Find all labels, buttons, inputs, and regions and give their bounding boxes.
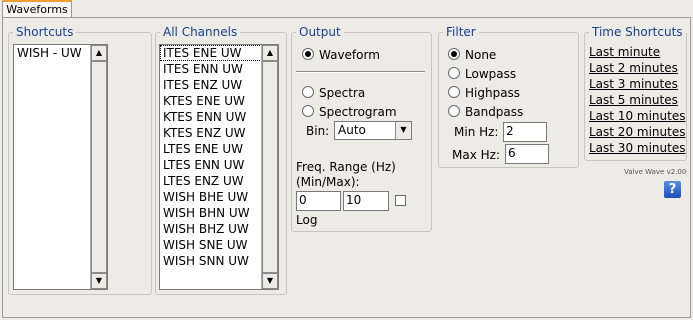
spectrogram-option[interactable]: Spectrogram bbox=[302, 105, 397, 119]
highpass-label: Highpass bbox=[465, 86, 521, 100]
channels-scrollbar[interactable]: ▲ ▼ bbox=[261, 45, 278, 289]
freq-min-input[interactable]: 0 bbox=[296, 191, 341, 211]
all-channels-legend: All Channels bbox=[163, 25, 238, 39]
output-legend: Output bbox=[299, 25, 341, 39]
help-icon[interactable]: ? bbox=[664, 181, 681, 198]
lowpass-label: Lowpass bbox=[465, 67, 517, 81]
spectrogram-label: Spectrogram bbox=[319, 105, 397, 119]
log-label: Log bbox=[296, 213, 318, 227]
scroll-thumb[interactable] bbox=[91, 61, 107, 273]
spectra-label: Spectra bbox=[319, 86, 366, 100]
time-shortcut-link[interactable]: Last 10 minutes bbox=[589, 109, 685, 123]
scroll-down-icon[interactable]: ▼ bbox=[91, 273, 107, 289]
max-hz-input[interactable]: 6 bbox=[505, 144, 549, 164]
min-hz-input[interactable]: 2 bbox=[503, 122, 547, 142]
radio-spectrogram[interactable] bbox=[302, 105, 314, 117]
time-shortcut-link[interactable]: Last 5 minutes bbox=[589, 93, 678, 107]
radio-waveform[interactable] bbox=[302, 48, 314, 60]
shortcuts-scrollbar[interactable]: ▲ ▼ bbox=[90, 45, 107, 289]
radio-bandpass[interactable] bbox=[448, 105, 460, 117]
waveform-label: Waveform bbox=[319, 48, 380, 62]
shortcuts-list[interactable]: WISH - UW ▲ ▼ bbox=[13, 44, 108, 290]
spectra-option[interactable]: Spectra bbox=[302, 86, 365, 100]
scroll-thumb[interactable] bbox=[262, 61, 278, 273]
time-shortcut-link[interactable]: Last 3 minutes bbox=[589, 77, 678, 91]
time-shortcut-link[interactable]: Last 20 minutes bbox=[589, 125, 685, 139]
radio-lowpass[interactable] bbox=[448, 67, 460, 79]
bin-value: Auto bbox=[338, 123, 366, 137]
freq-max-input[interactable]: 10 bbox=[343, 191, 389, 211]
waveform-option[interactable]: Waveform bbox=[302, 48, 380, 62]
time-shortcuts-legend: Time Shortcuts bbox=[592, 25, 683, 39]
min-max-label: (Min/Max): bbox=[296, 175, 360, 189]
max-hz-label: Max Hz: bbox=[452, 148, 500, 162]
filter-highpass-option[interactable]: Highpass bbox=[448, 86, 520, 100]
bin-label: Bin: bbox=[306, 124, 330, 138]
version-label: Valve Wave v2.00 bbox=[624, 168, 687, 176]
log-checkbox[interactable] bbox=[395, 195, 406, 206]
time-shortcut-link[interactable]: Last 2 minutes bbox=[589, 61, 678, 75]
shortcuts-legend: Shortcuts bbox=[16, 25, 74, 39]
bandpass-label: Bandpass bbox=[465, 105, 524, 119]
none-label: None bbox=[465, 48, 497, 62]
radio-highpass[interactable] bbox=[448, 86, 460, 98]
radio-spectra[interactable] bbox=[302, 86, 314, 98]
scroll-up-icon[interactable]: ▲ bbox=[262, 45, 278, 61]
scroll-down-icon[interactable]: ▼ bbox=[262, 273, 278, 289]
radio-none[interactable] bbox=[448, 48, 460, 60]
time-shortcut-link[interactable]: Last 30 minutes bbox=[589, 141, 685, 155]
filter-lowpass-option[interactable]: Lowpass bbox=[448, 67, 516, 81]
output-divider bbox=[296, 71, 425, 73]
freq-range-label: Freq. Range (Hz) bbox=[296, 160, 396, 174]
filter-none-option[interactable]: None bbox=[448, 48, 496, 62]
bin-select[interactable]: Auto ▼ bbox=[334, 121, 412, 140]
channels-list[interactable]: ITES ENE UW ITES ENN UW ITES ENZ UW KTES EN… bbox=[159, 44, 279, 290]
scroll-up-icon[interactable]: ▲ bbox=[91, 45, 107, 61]
filter-bandpass-option[interactable]: Bandpass bbox=[448, 105, 523, 119]
tab-waveforms[interactable]: Waveforms bbox=[2, 0, 72, 17]
tab-strip: Waveforms bbox=[0, 0, 693, 18]
min-hz-label: Min Hz: bbox=[454, 125, 499, 139]
time-shortcut-link[interactable]: Last minute bbox=[589, 45, 660, 59]
chevron-down-icon[interactable]: ▼ bbox=[395, 122, 411, 139]
filter-legend: Filter bbox=[446, 25, 476, 39]
